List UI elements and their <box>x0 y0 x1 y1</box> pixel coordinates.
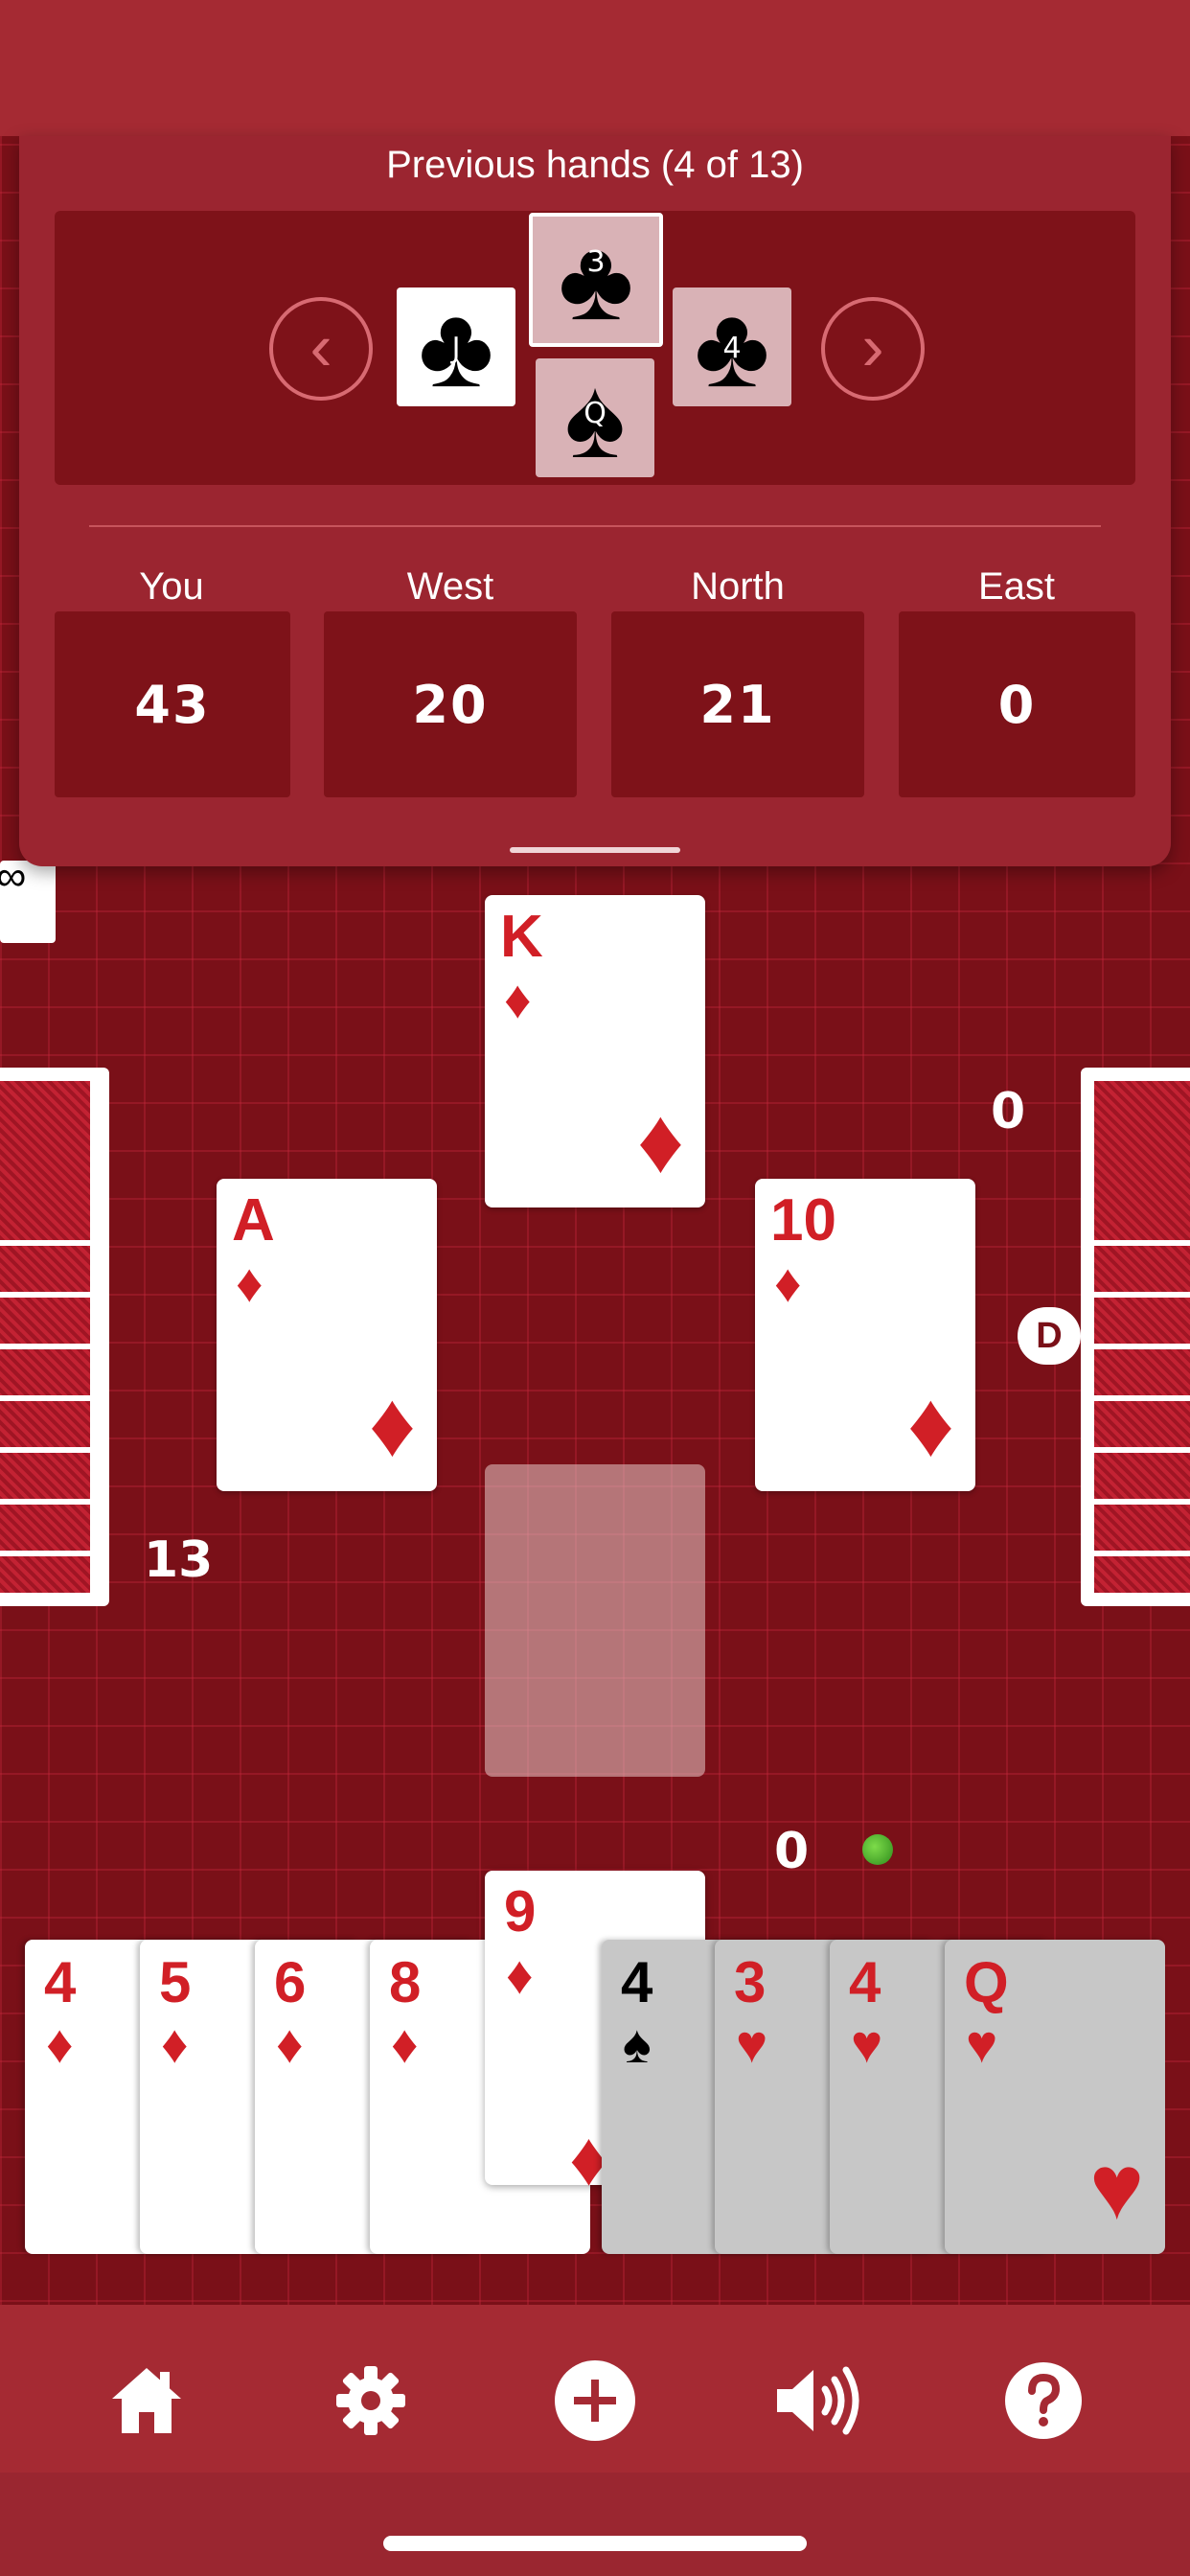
previous-hand-button[interactable]: ‹ <box>269 297 373 401</box>
score-label-west: West <box>406 565 494 608</box>
diamond-icon: ♦ <box>907 1373 954 1476</box>
spade-icon: ♠ <box>623 2013 652 2074</box>
trick-card-west-rank: A <box>232 1187 275 1254</box>
home-button[interactable] <box>94 2348 199 2453</box>
trick-card-west: A ♦ ♦ <box>217 1179 437 1491</box>
south-tricks-count: 0 <box>774 1823 810 1880</box>
previous-card-north: ♣ 3 <box>529 213 663 347</box>
bottom-safe-area <box>0 2472 1190 2576</box>
diamond-icon: ♦ <box>506 1944 534 2005</box>
score-label-north: North <box>691 565 785 608</box>
club-icon: ♣ <box>558 216 634 344</box>
next-hand-button[interactable]: › <box>821 297 925 401</box>
previous-card-west: ♣ J <box>397 288 515 406</box>
west-extra-card: ∞ <box>0 853 56 943</box>
turn-indicator <box>862 1834 893 1865</box>
diamond-icon: ♦ <box>46 2013 74 2074</box>
previous-card-south-rank: Q <box>584 397 606 430</box>
diamond-icon: ♦ <box>637 1090 684 1192</box>
previous-card-north-rank: 3 <box>586 245 606 279</box>
east-card-count: 0 <box>991 1083 1026 1140</box>
diamond-icon: ♦ <box>236 1253 263 1313</box>
trick-card-east-rank: 10 <box>770 1187 836 1254</box>
settings-button[interactable] <box>318 2348 423 2453</box>
diamond-icon: ♦ <box>391 2013 419 2074</box>
hand-card[interactable]: Q ♥ ♥ <box>945 1940 1165 2254</box>
score-east: 0 <box>899 611 1135 797</box>
add-icon <box>555 2360 635 2441</box>
score-label-you: You <box>139 565 204 608</box>
panel-drag-handle[interactable] <box>510 847 680 853</box>
west-card-count: 13 <box>144 1531 214 1589</box>
heart-icon: ♥ <box>736 2013 768 2074</box>
score-west: 20 <box>324 611 577 797</box>
trick-card-north: K ♦ ♦ <box>485 895 705 1208</box>
diamond-icon: ♦ <box>774 1253 802 1313</box>
panel-title: Previous hands (4 of 13) <box>386 144 804 186</box>
heart-icon: ♥ <box>966 2013 998 2074</box>
previous-card-east: ♣ 4 <box>673 288 791 406</box>
previous-card-west-rank: J <box>451 332 461 365</box>
top-bar <box>0 0 1190 136</box>
heart-icon: ♥ <box>1089 2136 1144 2239</box>
new-game-button[interactable] <box>542 2348 648 2453</box>
diamond-icon: ♦ <box>504 969 532 1029</box>
diamond-icon: ♦ <box>276 2013 304 2074</box>
east-hand-backs <box>1081 1068 1190 1606</box>
heart-icon: ♥ <box>851 2013 883 2074</box>
trick-card-north-rank: K <box>500 904 543 970</box>
trick-card-east: 10 ♦ ♦ <box>755 1179 975 1491</box>
home-indicator[interactable] <box>383 2536 807 2551</box>
west-hand-backs <box>0 1068 109 1606</box>
previous-card-east-rank: 4 <box>722 332 742 365</box>
home-icon <box>112 2368 181 2433</box>
sound-button[interactable] <box>767 2348 872 2453</box>
previous-card-south: ♠ Q <box>536 358 654 477</box>
score-north: 21 <box>611 611 864 797</box>
help-button[interactable] <box>991 2348 1096 2453</box>
volume-icon <box>777 2366 859 2435</box>
score-label-east: East <box>977 565 1056 608</box>
dealer-badge: D <box>1018 1307 1081 1365</box>
panel-divider <box>89 525 1101 527</box>
diamond-icon: ♦ <box>369 1373 416 1476</box>
gear-icon <box>336 2366 405 2435</box>
help-icon <box>1005 2362 1082 2439</box>
diamond-icon: ♦ <box>161 2013 189 2074</box>
trick-slot-south <box>485 1464 705 1777</box>
score-you: 43 <box>55 611 290 797</box>
